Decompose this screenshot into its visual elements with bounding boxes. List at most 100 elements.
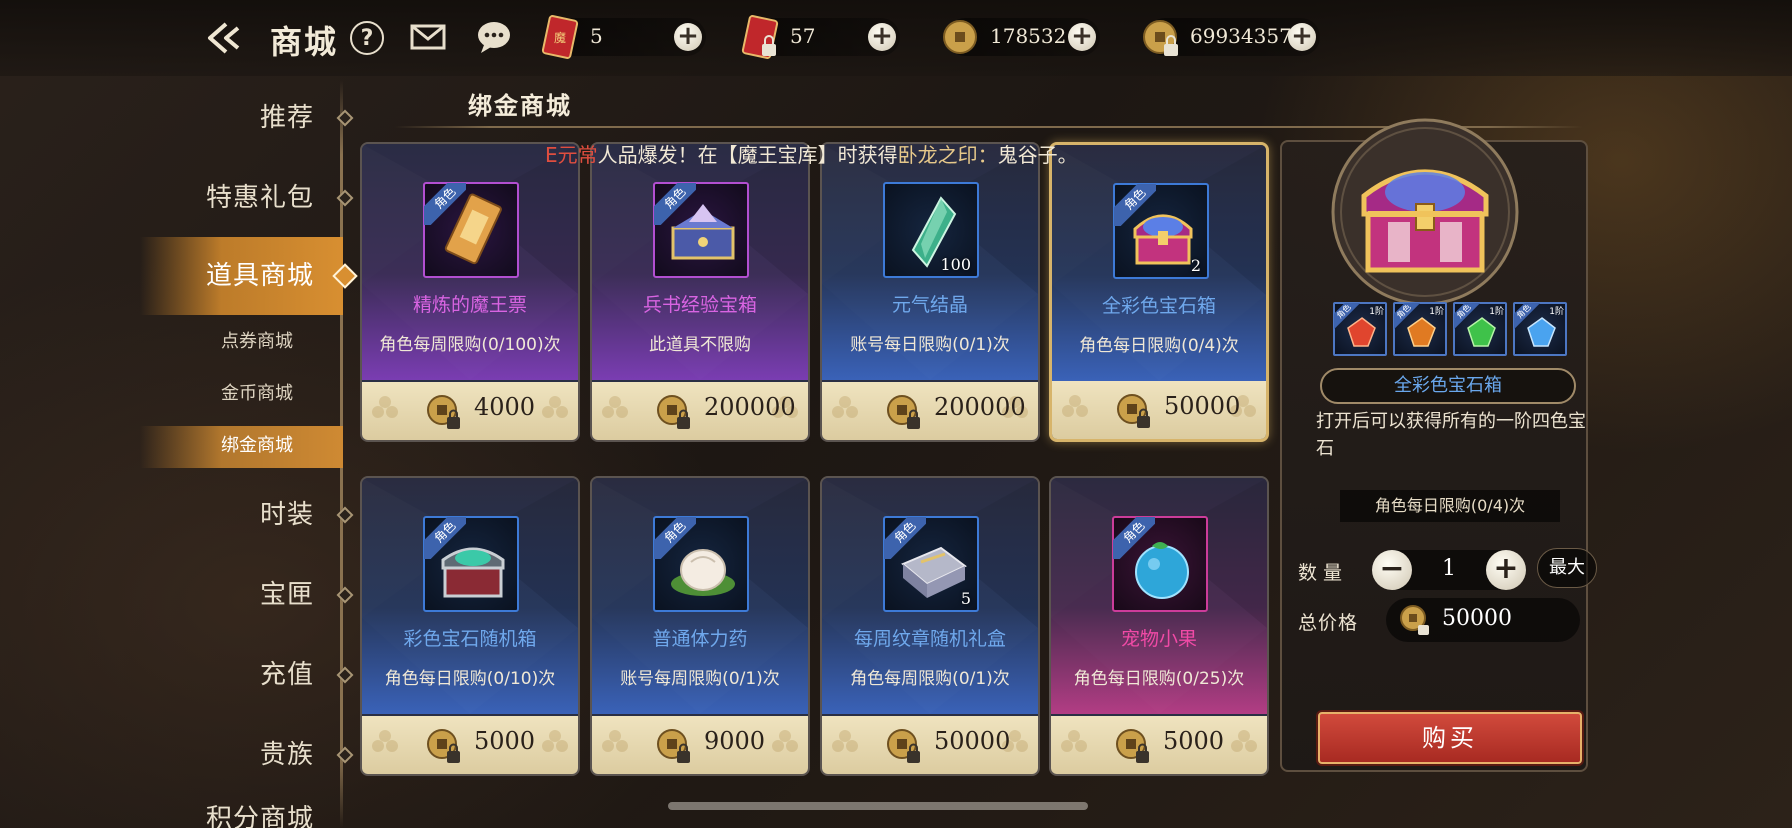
chat-icon[interactable] xyxy=(476,19,512,55)
resource-bound-ticket: 57 + xyxy=(741,15,900,59)
item-icon-frame: 角色 xyxy=(423,182,519,278)
plus-icon[interactable]: + xyxy=(1288,23,1316,51)
nav-item-noble[interactable]: 贵族 xyxy=(140,723,354,787)
item-card[interactable]: 角色 精炼的魔王票 角色每周限购(0/100)次 4000 xyxy=(360,142,580,442)
flower-ornament-icon xyxy=(1231,730,1257,752)
detail-item-name: 全彩色宝石箱 xyxy=(1320,368,1576,404)
side-nav: 推荐 特惠礼包 道具商城 点券商城 金币商城 绑金商城 时装 宝匣 充值 贵族 … xyxy=(140,80,358,828)
nav-sub-item-coupon-shop[interactable]: 点券商城 xyxy=(140,322,343,362)
gold-coin-icon xyxy=(943,20,977,54)
price-bar: 200000 xyxy=(822,382,1038,440)
nav-sub-item-bound-gold-shop[interactable]: 绑金商城 xyxy=(140,426,343,468)
gem-slot[interactable]: 角色 1阶 xyxy=(1513,302,1567,356)
price-bar: 5000 xyxy=(362,716,578,774)
item-purchase-limit: 账号每周限购(0/1)次 xyxy=(620,669,780,689)
price-bar: 4000 xyxy=(362,382,578,440)
nav-item-recharge[interactable]: 充值 xyxy=(140,643,354,707)
item-price: 5000 xyxy=(474,727,536,755)
item-card[interactable]: 角色 普通体力药 账号每周限购(0/1)次 9000 xyxy=(590,476,810,776)
locked-gold-coin-icon xyxy=(887,729,920,763)
item-price: 9000 xyxy=(704,727,766,755)
svg-text:魔: 魔 xyxy=(554,30,566,45)
price-bar: 9000 xyxy=(592,716,808,774)
item-name: 元气结晶 xyxy=(891,294,968,316)
item-name: 宠物小果 xyxy=(1120,628,1197,650)
scrollbar[interactable] xyxy=(668,802,1088,810)
item-card[interactable]: 角色 2 全彩色宝石箱 角色每日限购(0/4)次 50000 xyxy=(1049,142,1269,442)
help-icon[interactable]: ? xyxy=(350,21,384,55)
page-title: 商城 xyxy=(270,23,339,61)
max-quantity-button[interactable]: 最大 xyxy=(1537,548,1597,588)
resource-value: 69934357 xyxy=(1190,24,1292,48)
locked-gold-coin-icon xyxy=(427,395,460,429)
nav-item-recommend[interactable]: 推荐 xyxy=(140,86,354,150)
gem-slot[interactable]: 角色 1阶 xyxy=(1393,302,1447,356)
price-bar: 50000 xyxy=(1052,381,1266,439)
nav-item-treasure-box[interactable]: 宝匣 xyxy=(140,563,354,627)
item-price: 200000 xyxy=(934,393,1026,421)
locked-gold-coin-icon xyxy=(657,395,690,429)
gem-slot[interactable]: 角色 1阶 xyxy=(1453,302,1507,356)
item-card[interactable]: 100 元气结晶 账号每日限购(0/1)次 200000 xyxy=(820,142,1040,442)
price-bar: 200000 xyxy=(592,382,808,440)
locked-gold-coin-icon xyxy=(1400,605,1429,635)
nav-item-points-shop[interactable]: 积分商城 xyxy=(140,804,343,828)
resource-ticket: 魔 5 + xyxy=(541,15,706,59)
item-purchase-limit: 此道具不限购 xyxy=(649,335,751,355)
plus-icon[interactable]: + xyxy=(1068,23,1096,51)
flower-ornament-icon xyxy=(602,396,628,418)
flower-ornament-icon xyxy=(772,730,798,752)
nav-sub-item-gold-shop[interactable]: 金币商城 xyxy=(140,374,343,414)
nav-item-fashion[interactable]: 时装 xyxy=(140,483,354,547)
item-name: 普通体力药 xyxy=(652,628,748,650)
plus-icon[interactable]: + xyxy=(674,23,702,51)
increase-button[interactable]: + xyxy=(1486,550,1526,590)
section-title: 绑金商城 xyxy=(468,92,572,120)
item-purchase-limit: 角色每周限购(0/1)次 xyxy=(850,669,1010,689)
gem-chest-icon xyxy=(1331,118,1519,306)
item-icon-frame: 角色 5 xyxy=(883,516,979,612)
flower-ornament-icon xyxy=(372,730,398,752)
flower-ornament-icon xyxy=(832,730,858,752)
flower-ornament-icon xyxy=(372,396,398,418)
item-icon-frame: 角色 2 xyxy=(1113,183,1209,279)
back-arrow-icon[interactable] xyxy=(202,20,246,56)
resource-value: 5 xyxy=(590,24,603,48)
nav-item-special-packs[interactable]: 特惠礼包 xyxy=(140,166,354,230)
quantity-value[interactable]: 1 xyxy=(1412,556,1486,581)
mail-icon[interactable] xyxy=(410,19,446,55)
item-card[interactable]: 角色 宠物小果 角色每日限购(0/25)次 5000 xyxy=(1049,476,1269,776)
locked-gold-coin-icon xyxy=(887,395,920,429)
item-price: 4000 xyxy=(474,393,536,421)
total-price-box: 50000 xyxy=(1386,598,1580,642)
gem-slot[interactable]: 角色 1阶 xyxy=(1333,302,1387,356)
nav-item-item-shop[interactable]: 道具商城 xyxy=(140,237,358,315)
flower-ornament-icon xyxy=(602,730,628,752)
item-card[interactable]: 角色 彩色宝石随机箱 角色每日限购(0/10)次 5000 xyxy=(360,476,580,776)
item-price: 50000 xyxy=(1164,392,1241,420)
item-icon-frame: 100 xyxy=(883,182,979,278)
reward-gem-list: 角色 1阶 角色 1阶 角色 1阶 角色 1阶 xyxy=(1333,302,1573,358)
flower-ornament-icon xyxy=(832,396,858,418)
flower-ornament-icon xyxy=(1061,730,1087,752)
flower-ornament-icon xyxy=(1062,395,1088,417)
item-purchase-limit: 角色每日限购(0/4)次 xyxy=(1079,336,1239,356)
broadcast-ticker: E元常人品爆发！在【魔王宝库】时获得卧龙之印：鬼谷子。 xyxy=(545,143,1078,167)
top-bar: 商城 ? 魔 5 + 57 + 178532 + 69934357 + xyxy=(0,0,1792,76)
item-name: 彩色宝石随机箱 xyxy=(403,628,537,650)
item-card[interactable]: 角色 5 每周纹章随机礼盒 角色每周限购(0/1)次 50000 xyxy=(820,476,1040,776)
locked-gold-coin-icon xyxy=(1143,20,1178,56)
locked-gold-coin-icon xyxy=(1116,729,1149,763)
item-icon-frame: 角色 xyxy=(653,182,749,278)
total-price-value: 50000 xyxy=(1442,606,1512,631)
item-icon-frame: 角色 xyxy=(423,516,519,612)
item-card[interactable]: 角色 兵书经验宝箱 此道具不限购 200000 xyxy=(590,142,810,442)
decrease-button[interactable]: − xyxy=(1372,550,1412,590)
buy-button[interactable]: 购买 xyxy=(1318,712,1582,764)
item-icon-frame: 角色 xyxy=(653,516,749,612)
quantity-label: 数量 xyxy=(1298,562,1349,584)
item-price: 50000 xyxy=(934,727,1011,755)
plus-icon[interactable]: + xyxy=(868,23,896,51)
total-price-label: 总价格 xyxy=(1298,612,1359,634)
resource-value: 178532 xyxy=(990,24,1067,48)
